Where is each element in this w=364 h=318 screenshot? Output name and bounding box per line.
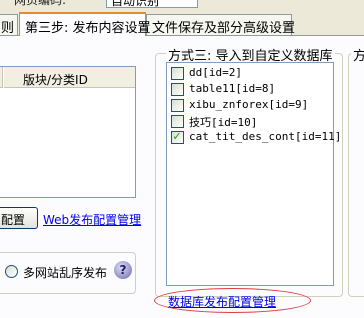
checkmark-icon: ✓ [173,129,181,144]
checkbox-checked[interactable]: ✓ [171,129,184,144]
multi-site-radio[interactable] [5,265,18,278]
column-header-category-id[interactable]: 版块/分类ID [23,71,88,88]
checkbox[interactable] [171,67,184,80]
list-item-label: 技巧[id=10] [189,116,258,129]
list-item-label: dd[id=2] [189,66,242,79]
encoding-label: 网页编码: [14,0,67,7]
table-header: 版块/分类ID [0,67,135,88]
method-right-title: 方 [351,45,364,64]
annotation-ellipse [154,288,311,313]
list-item-label: table11[id=8] [189,82,276,95]
list-item-label: cat_tit_des_cont[id=11] [189,130,342,143]
multi-site-label[interactable]: 多网站乱序发布 [23,264,107,281]
column-divider[interactable] [2,67,4,88]
config-button[interactable]: 配置 [0,207,38,229]
help-icon[interactable]: ? [114,261,132,279]
database-checklist[interactable]: dd[id=2] table11[id=8] xibu_znforex[id=9… [166,62,341,286]
tab-publish-settings[interactable]: 第三步: 发布内容设置 [19,12,151,36]
checkbox[interactable] [171,99,184,112]
checkbox[interactable] [171,83,184,96]
checkbox[interactable] [171,115,184,128]
web-publish-config-link[interactable]: Web发布配置管理 [43,211,141,228]
method-right-groupbox [348,53,364,297]
tab-rules[interactable]: 则 [0,14,18,36]
tab-file-save-settings[interactable]: 文件保存及部分高级设置 [146,14,295,36]
category-table[interactable]: 版块/分类ID [0,66,136,198]
list-item-label: xibu_znforex[id=9] [189,98,309,111]
encoding-select[interactable]: 自动识别 [106,0,198,8]
